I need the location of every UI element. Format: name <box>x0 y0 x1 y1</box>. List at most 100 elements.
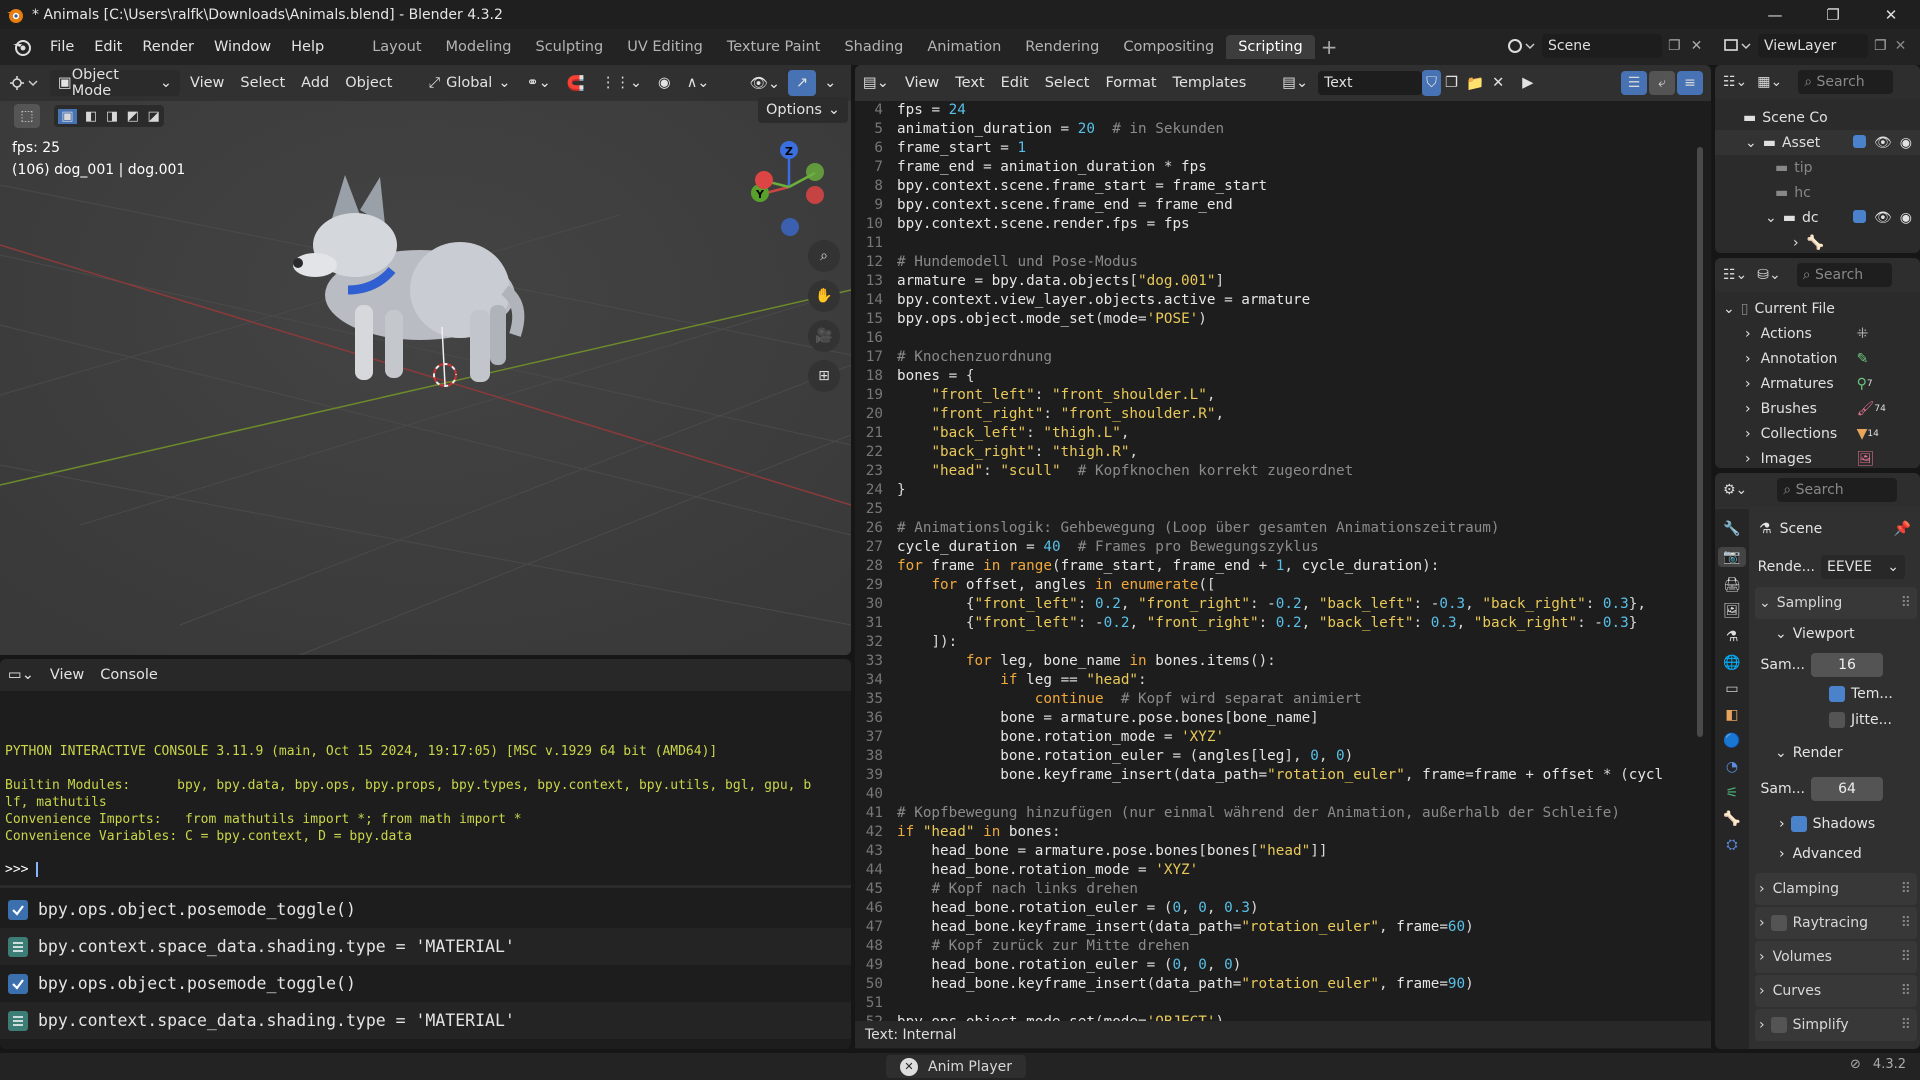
viewport-menu-object[interactable]: Object <box>337 70 400 96</box>
options-dropdown[interactable]: Options ⌄ <box>758 97 848 123</box>
code-line[interactable]: 16 <box>855 329 1699 348</box>
info-log-row[interactable]: bpy.context.space_data.shading.type = 'M… <box>0 928 851 965</box>
code-line[interactable]: 31 {"front_left": -0.2, "front_right": 0… <box>855 614 1699 633</box>
tool-tab-icon[interactable]: 🔧 <box>1723 521 1740 537</box>
drag-handle-icon[interactable]: ⠿ <box>1901 983 1911 999</box>
outliner-row-scene-collection[interactable]: ▬ Scene Co <box>1715 105 1920 130</box>
drag-handle-icon[interactable]: ⠿ <box>1901 1017 1911 1033</box>
drag-handle-icon[interactable]: ⠿ <box>1901 949 1911 965</box>
advanced-subpanel-header[interactable]: › Advanced <box>1755 839 1917 869</box>
drag-handle-icon[interactable]: ⠿ <box>1901 881 1911 897</box>
code-scrollbar[interactable] <box>1697 147 1703 737</box>
code-line[interactable]: 42 if "head" in bones: <box>855 823 1699 842</box>
raytracing-panel-header[interactable]: › Raytracing ⠿ <box>1755 907 1917 939</box>
collection-tab-icon[interactable]: ▭ <box>1725 681 1738 697</box>
simplify-panel-header[interactable]: › Simplify ⠿ <box>1755 1009 1917 1041</box>
outliner-row-hc[interactable]: ▬ hc <box>1715 180 1920 205</box>
clamping-panel-header[interactable]: › Clamping ⠿ <box>1755 873 1917 905</box>
menu-file[interactable]: File <box>40 39 84 55</box>
code-line[interactable]: 25 <box>855 500 1699 519</box>
render-engine-dropdown[interactable]: EEVEE ⌄ <box>1821 555 1905 579</box>
tab-compositing[interactable]: Compositing <box>1111 35 1226 59</box>
view-layer-tab-icon[interactable]: 🖼 <box>1723 603 1741 619</box>
text-menu-edit[interactable]: Edit <box>993 70 1037 96</box>
menu-window[interactable]: Window <box>204 39 281 55</box>
jitter-camera-row[interactable]: Jitte... <box>1755 707 1917 733</box>
3d-viewport[interactable]: Z Y ▣ Object Mode ⌄ View Select Add Obje… <box>0 65 851 655</box>
console-editor-type-icon[interactable]: ▭⌄ <box>0 662 42 688</box>
modifiers-tab-icon[interactable]: 🔵 <box>1723 733 1740 749</box>
text-menu-select[interactable]: Select <box>1037 70 1098 96</box>
code-line[interactable]: 40 <box>855 785 1699 804</box>
shadows-subpanel-header[interactable]: › Shadows <box>1755 809 1917 839</box>
physics-tab-icon[interactable]: ◔ <box>1726 759 1738 775</box>
code-line[interactable]: 28 for frame in range(frame_start, frame_… <box>855 557 1699 576</box>
outliner-row-assets[interactable]: ⌄ ▬ Asset 👁 ◉ <box>1715 130 1920 155</box>
code-line[interactable]: 15 bpy.ops.object.mode_set(mode='POSE') <box>855 310 1699 329</box>
code-line[interactable]: 30 {"front_left": 0.2, "front_right": -0… <box>855 595 1699 614</box>
code-line[interactable]: 44 head_bone.rotation_mode = 'XYZ' <box>855 861 1699 880</box>
blendfile-item-brushes[interactable]: › Brushes 🖌 74 <box>1715 396 1920 421</box>
tab-rendering[interactable]: Rendering <box>1013 35 1111 59</box>
transform-orientation-dropdown[interactable]: ⤢ Global ⌄ <box>420 70 518 96</box>
volumes-panel-header[interactable]: › Volumes ⠿ <box>1755 941 1917 973</box>
outliner-row-tip[interactable]: ▬ tip <box>1715 155 1920 180</box>
snap-target-icon[interactable]: ⋮⋮⌄ <box>593 70 650 96</box>
code-line[interactable]: 43 head_bone = armature.pose.bones[bones… <box>855 842 1699 861</box>
code-line[interactable]: 10 bpy.context.scene.render.fps = fps <box>855 215 1699 234</box>
proportional-edit-icon[interactable]: ◉ <box>650 70 679 96</box>
run-script-icon[interactable]: ▶ <box>1514 70 1541 96</box>
code-line[interactable]: 47 head_bone.keyframe_insert(data_path="… <box>855 918 1699 937</box>
new-scene-icon[interactable]: ❐ <box>1668 38 1681 54</box>
render-subpanel-header[interactable]: ⌄ Render <box>1755 733 1917 773</box>
viewlayer-field[interactable]: ViewLayer <box>1758 34 1868 58</box>
tab-modeling[interactable]: Modeling <box>434 35 524 59</box>
code-line[interactable]: 35 continue # Kopf wird separat animiert <box>855 690 1699 709</box>
pan-hand-icon[interactable]: ✋ <box>808 280 840 312</box>
display-mode-icon[interactable]: ▦⌄ <box>1757 74 1782 90</box>
bone-tab-icon[interactable]: ⛭ <box>1726 837 1737 853</box>
cancel-job-icon[interactable]: ✕ <box>900 1057 918 1076</box>
outliner-type-icon[interactable]: ☷⌄ <box>1723 74 1747 90</box>
temporal-reprojection-row[interactable]: Tem... <box>1755 681 1917 707</box>
info-log-row[interactable]: bpy.context.space_data.shading.type = 'M… <box>0 1002 851 1039</box>
code-line[interactable]: 38 bone.rotation_euler = (angles[leg], 0… <box>855 747 1699 766</box>
code-line[interactable]: 29 for offset, angles in enumerate([ <box>855 576 1699 595</box>
code-line[interactable]: 14 bpy.context.view_layer.objects.active … <box>855 291 1699 310</box>
gizmo-toggle-icon[interactable]: ↗ <box>788 70 817 96</box>
code-line[interactable]: 21 "back_left": "thigh.L", <box>855 424 1699 443</box>
duplicate-text-icon[interactable]: ❐ <box>1441 70 1462 96</box>
new-viewlayer-icon[interactable]: ❐ <box>1874 38 1887 54</box>
blendfile-item-images[interactable]: › Images 🖼 <box>1715 446 1920 468</box>
camera-icon[interactable]: ◉ <box>1900 135 1912 151</box>
text-menu-text[interactable]: Text <box>947 70 992 96</box>
info-log-row[interactable]: bpy.ops.object.posemode_toggle() <box>0 965 851 1002</box>
select-intersect-icon[interactable]: ◪ <box>147 109 159 124</box>
code-line[interactable]: 41 # Kopfbewegung hinzufügen (nur einmal … <box>855 804 1699 823</box>
curves-panel-header[interactable]: › Curves ⠿ <box>1755 975 1917 1007</box>
code-line[interactable]: 8 bpy.context.scene.frame_start = frame_s… <box>855 177 1699 196</box>
code-line[interactable]: 50 head_bone.keyframe_insert(data_path="… <box>855 975 1699 994</box>
viewlayer-icon[interactable] <box>1722 36 1752 56</box>
tab-shading[interactable]: Shading <box>832 35 915 59</box>
code-line[interactable]: 51 <box>855 994 1699 1013</box>
info-log-row[interactable]: bpy.ops.object.posemode_toggle() <box>0 891 851 928</box>
output-tab-icon[interactable]: 🖨 <box>1723 577 1741 593</box>
pin-icon[interactable]: 📌 <box>1894 521 1911 537</box>
tab-uv-editing[interactable]: UV Editing <box>615 35 715 59</box>
code-line[interactable]: 11 <box>855 234 1699 253</box>
tab-texture-paint[interactable]: Texture Paint <box>715 35 833 59</box>
perspective-toggle-icon[interactable]: ⊞ <box>808 360 840 392</box>
camera-icon[interactable]: ◉ <box>1900 210 1912 226</box>
text-menu-templates[interactable]: Templates <box>1165 70 1255 96</box>
data-tab-icon[interactable]: 🦴 <box>1723 811 1740 827</box>
include-checkbox[interactable] <box>1853 134 1866 148</box>
restore-button[interactable]: ❐ <box>1804 0 1862 29</box>
outliner-row-dc[interactable]: ⌄ ▬ dc 👁 ◉ <box>1715 205 1920 230</box>
blender-menu-icon[interactable] <box>12 37 32 57</box>
tab-sculpting[interactable]: Sculpting <box>523 35 615 59</box>
code-line[interactable]: 20 "front_right": "front_shoulder.R", <box>855 405 1699 424</box>
code-line[interactable]: 46 head_bone.rotation_euler = (0, 0, 0.3… <box>855 899 1699 918</box>
simplify-checkbox[interactable] <box>1770 1017 1787 1033</box>
text-editor[interactable]: ▤⌄ View Text Edit Select Format Template… <box>855 65 1711 1049</box>
